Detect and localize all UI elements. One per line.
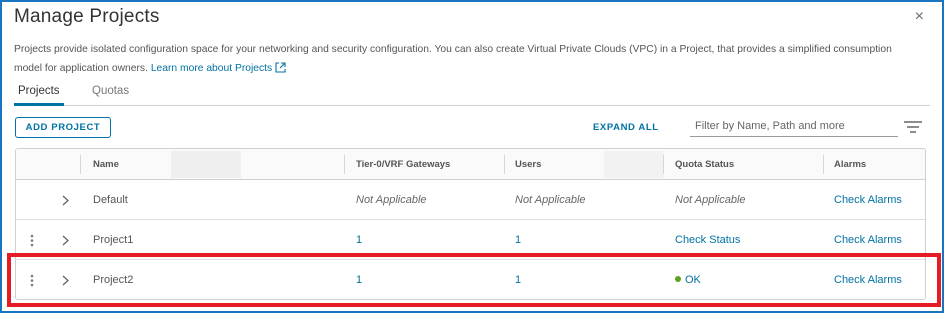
chevron-right-icon[interactable] xyxy=(62,235,70,246)
manage-projects-dialog: Manage Projects × Projects provide isola… xyxy=(0,0,944,313)
chevron-right-icon[interactable] xyxy=(62,195,70,206)
check-alarms-link[interactable]: Check Alarms xyxy=(834,220,902,260)
learn-more-label[interactable]: Learn more about Projects xyxy=(151,63,272,74)
filter-input[interactable] xyxy=(690,116,898,137)
column-divider xyxy=(80,155,81,174)
column-header-quota-status[interactable]: Quota Status xyxy=(675,149,734,180)
gateways-value[interactable]: 1 xyxy=(356,220,362,260)
table-header: Name Tier-0/VRF Gateways Users Quota Sta… xyxy=(16,149,925,180)
status-ok-icon xyxy=(675,276,681,282)
table-row: Project1 1 1 Check Status Check Alarms xyxy=(16,220,925,260)
projects-table: Name Tier-0/VRF Gateways Users Quota Sta… xyxy=(15,148,926,300)
table-row: Project2 1 1 OK Check Alarms xyxy=(16,260,925,299)
table-row: Default Not Applicable Not Applicable No… xyxy=(16,180,925,220)
check-alarms-link[interactable]: Check Alarms xyxy=(834,180,902,220)
check-status-link[interactable]: Check Status xyxy=(675,220,740,260)
external-link-icon[interactable] xyxy=(275,62,286,73)
column-header-name[interactable]: Name xyxy=(93,149,119,180)
quota-status-value: Not Applicable xyxy=(675,194,746,206)
add-project-button[interactable]: ADD PROJECT xyxy=(15,117,111,138)
project-name: Project2 xyxy=(93,274,134,286)
redacted-region xyxy=(604,151,664,178)
expand-all-button[interactable]: EXPAND ALL xyxy=(593,122,659,133)
chevron-right-icon[interactable] xyxy=(62,275,70,286)
tab-projects[interactable]: Projects xyxy=(14,85,64,106)
dialog-description: Projects provide isolated configuration … xyxy=(14,40,914,78)
quota-status-ok[interactable]: OK xyxy=(675,260,701,299)
gateways-value: Not Applicable xyxy=(356,194,427,206)
column-divider[interactable] xyxy=(663,155,664,174)
row-actions-icon[interactable] xyxy=(30,274,34,287)
quota-status-label[interactable]: OK xyxy=(685,274,701,286)
column-header-gateways[interactable]: Tier-0/VRF Gateways xyxy=(356,149,450,180)
row-actions-icon[interactable] xyxy=(30,234,34,247)
column-divider[interactable] xyxy=(504,155,505,174)
learn-more-link[interactable]: Learn more about Projects xyxy=(151,62,286,74)
project-name: Project1 xyxy=(93,234,134,246)
project-name: Default xyxy=(93,194,128,206)
gateways-value[interactable]: 1 xyxy=(356,260,362,299)
dialog-title: Manage Projects xyxy=(14,6,160,27)
description-text: Projects provide isolated configuration … xyxy=(14,44,892,74)
column-divider[interactable] xyxy=(823,155,824,174)
column-header-alarms[interactable]: Alarms xyxy=(834,149,866,180)
filter-icon[interactable] xyxy=(904,121,922,133)
column-divider[interactable] xyxy=(344,155,345,174)
tab-bar: Projects Quotas xyxy=(14,84,930,106)
check-alarms-link[interactable]: Check Alarms xyxy=(834,260,902,299)
users-value[interactable]: 1 xyxy=(515,260,521,299)
users-value: Not Applicable xyxy=(515,194,586,206)
close-icon[interactable]: × xyxy=(915,8,924,26)
column-header-users[interactable]: Users xyxy=(515,149,541,180)
redacted-region xyxy=(171,151,241,178)
tab-quotas[interactable]: Quotas xyxy=(88,85,133,103)
users-value[interactable]: 1 xyxy=(515,220,521,260)
